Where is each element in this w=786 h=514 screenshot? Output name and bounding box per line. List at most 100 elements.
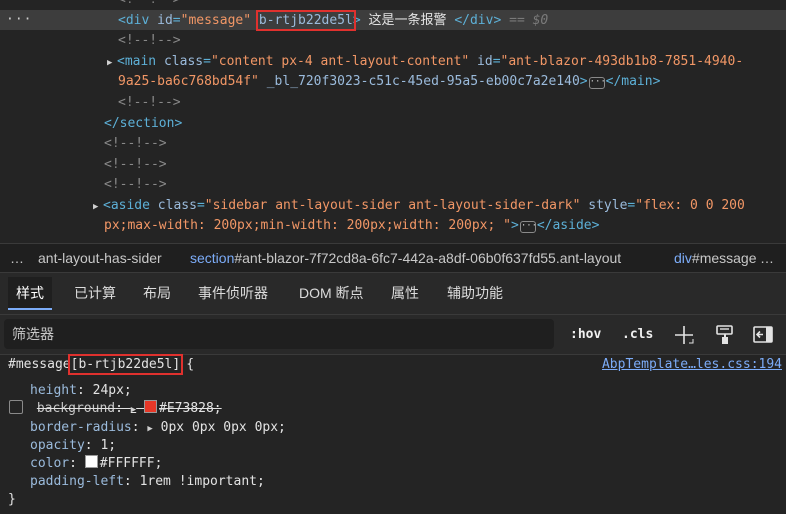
attr-value: px;max-width: 200px;min-width: 200px;wid… [104, 218, 511, 233]
attr-name: class [157, 198, 197, 213]
tab-accessibility[interactable]: 辅助功能 [439, 277, 511, 310]
attr-name: style [588, 198, 628, 213]
hov-button[interactable]: :hov [570, 323, 601, 347]
property-value: 1; [100, 438, 117, 453]
panel-tabs: 样式 已计算 布局 事件侦听器 DOM 断点 属性 辅助功能 [0, 273, 786, 315]
filter-input[interactable] [4, 319, 554, 349]
text-content: 这是一条报警 [368, 12, 447, 27]
expand-triangle-icon[interactable]: ▶ [147, 424, 152, 434]
comment-node[interactable]: <!--!--> [118, 93, 786, 113]
property-name: color [30, 456, 70, 471]
property-value: #E73828; [159, 401, 222, 416]
attr-value: "ant-blazor-493db1b8-7851-4940- [500, 54, 744, 69]
sidebar-toggle-icon[interactable] [751, 323, 775, 347]
elements-dom-tree: <!--!--> ··· <div id="message" b-rtjb22d… [0, 0, 786, 243]
tab-event-listeners[interactable]: 事件侦听器 [190, 277, 276, 310]
breadcrumb-label: ant-layout-has-sider [38, 250, 162, 266]
breadcrumb: … ant-layout-has-sider section#ant-blazo… [0, 243, 786, 273]
tag-open: <div [118, 13, 150, 28]
console-eq: == [509, 13, 525, 28]
expand-triangle-icon[interactable]: ▶ [93, 197, 103, 217]
comment-node[interactable]: <!--!--> [104, 134, 786, 154]
tab-styles[interactable]: 样式 [8, 277, 52, 310]
breadcrumb-item-active[interactable]: div#message [674, 244, 757, 272]
property-border-radius[interactable]: border-radius: ▶ 0px 0px 0px 0px; [30, 419, 286, 437]
paint-brush-icon[interactable] [713, 323, 737, 347]
property-value: 24px; [92, 383, 132, 398]
property-checkbox[interactable] [9, 400, 23, 414]
breadcrumb-tag: section [190, 250, 235, 266]
property-value: 1rem !important; [139, 474, 265, 489]
property-name: padding-left [30, 474, 124, 489]
cls-button[interactable]: .cls [622, 323, 653, 347]
property-opacity[interactable]: opacity: 1; [30, 437, 116, 455]
tag-close: </section> [104, 116, 183, 131]
attr-value: "sidebar ant-layout-sider ant-layout-sid… [204, 198, 581, 213]
selected-node-message[interactable]: ··· <div id="message" b-rtjb22de5l> 这是一条… [0, 10, 786, 31]
style-rule: #message[b-rtjb22de5l]{ AbpTemplate…les.… [0, 354, 786, 514]
aside-node-cont[interactable]: px;max-width: 200px;min-width: 200px;wid… [104, 216, 786, 236]
plus-icon[interactable] [672, 323, 696, 347]
attr-value: "flex: 0 0 200 [635, 198, 745, 213]
tag-gt: > [352, 13, 361, 28]
rule-selector[interactable]: #message[b-rtjb22de5l]{ [8, 354, 195, 375]
comment-text: <!--!--> [104, 136, 167, 151]
comment-node[interactable]: <!--!--> [118, 0, 786, 10]
ellipsis-icon[interactable]: ··· [519, 221, 537, 233]
breadcrumb-label: #ant-blazor-7f72cd8a-6fc7-442a-a8df-06b0… [234, 250, 622, 266]
tag-close: </main> [605, 74, 661, 89]
expand-triangle-icon[interactable]: ▶ [131, 405, 136, 415]
breadcrumb-item[interactable]: section#ant-blazor-7f72cd8a-6fc7-442a-a8… [190, 244, 621, 272]
section-close-node[interactable]: </section> [104, 114, 786, 134]
source-link[interactable]: AbpTemplate…les.css:194 [602, 356, 782, 374]
comment-text: <!--!--> [118, 33, 181, 48]
comment-node[interactable]: <!--!--> [104, 175, 786, 195]
comment-text: <!--!--> [104, 177, 167, 192]
breadcrumb-tag: div [674, 250, 692, 266]
property-height[interactable]: height: 24px; [30, 382, 132, 400]
comment-node[interactable]: <!--!--> [118, 31, 786, 51]
tab-properties[interactable]: 属性 [383, 277, 427, 310]
attr-value: "content px-4 ant-layout-content" [210, 54, 470, 69]
property-color[interactable]: color: #FFFFFF; [30, 455, 162, 473]
property-name: border-radius [30, 420, 132, 435]
scope-attribute-highlight: b-rtjb22de5l [255, 10, 356, 31]
scroll-right-icon[interactable]: … [760, 244, 774, 272]
attr-name: _bl_720f3023-c51c-45ed-95a5-eb00c7a2e140 [266, 74, 580, 89]
comment-node[interactable]: <!--!--> [104, 155, 786, 175]
property-background-disabled[interactable]: background: ▶ #E73828; [9, 400, 222, 418]
property-name: opacity [30, 438, 85, 453]
color-swatch[interactable] [84, 455, 98, 468]
comment-text: <!--!--> [104, 157, 167, 172]
property-name: background [36, 401, 116, 416]
attr-name: class [163, 54, 204, 69]
console-ref: $0 [532, 13, 549, 28]
tag-open: <aside [103, 198, 150, 213]
ellipsis-icon[interactable]: ··· [588, 77, 606, 89]
attr-name: id [157, 13, 173, 28]
attr-name: id [477, 54, 493, 69]
comment-text: <!--!--> [118, 95, 181, 110]
attr-value: "message" [180, 13, 252, 28]
open-brace: { [186, 357, 195, 372]
tab-layout[interactable]: 布局 [135, 277, 179, 310]
main-node[interactable]: ▶ <main class="content px-4 ant-layout-co… [107, 52, 786, 72]
property-value: 0px 0px 0px 0px; [160, 420, 286, 435]
tag-gt: > [511, 218, 519, 233]
tab-computed[interactable]: 已计算 [66, 277, 124, 310]
tab-dom-breakpoints[interactable]: DOM 断点 [291, 277, 372, 310]
scroll-left-icon[interactable]: … [10, 244, 24, 272]
scope-selector-highlight: [b-rtjb22de5l] [67, 354, 184, 375]
color-swatch[interactable] [144, 400, 158, 413]
selector-text: #message [8, 357, 71, 372]
breadcrumb-item[interactable]: ant-layout-has-sider [38, 244, 162, 272]
aside-node[interactable]: ▶ <aside class="sidebar ant-layout-sider … [93, 196, 786, 216]
property-value: #FFFFFF; [99, 456, 163, 471]
styles-toolbar: :hov .cls [0, 315, 786, 355]
tag-close: </div> [454, 13, 502, 28]
main-node-cont[interactable]: 9a25-ba6c768bd54f" _bl_720f3023-c51c-45e… [118, 72, 786, 92]
property-padding-left[interactable]: padding-left: 1rem !important; [30, 473, 265, 491]
expand-triangle-icon[interactable]: ▶ [107, 53, 117, 73]
tag-gt: > [579, 74, 588, 89]
ellipsis-menu-icon[interactable]: ··· [6, 10, 32, 30]
